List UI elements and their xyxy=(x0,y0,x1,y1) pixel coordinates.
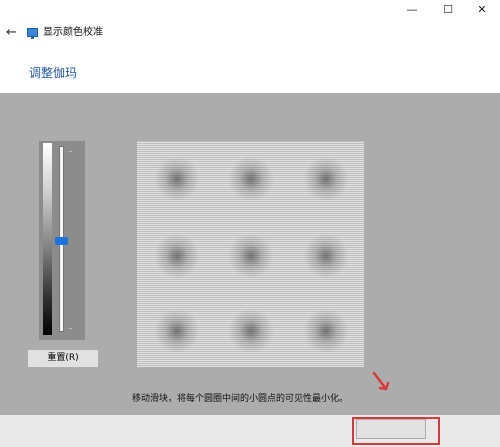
gamma-circle xyxy=(154,156,200,202)
gamma-circle xyxy=(228,308,274,354)
slider-tick-bottom xyxy=(69,328,72,329)
gamma-circle xyxy=(154,308,200,354)
minimize-button[interactable]: — xyxy=(394,0,430,20)
maximize-button[interactable]: ☐ xyxy=(430,0,466,20)
annotation-highlight-box xyxy=(352,417,440,445)
gamma-slider-thumb[interactable] xyxy=(55,236,68,245)
gamma-circle xyxy=(228,233,274,279)
gamma-circle xyxy=(303,233,349,279)
gamma-circle xyxy=(303,308,349,354)
back-button[interactable]: ← xyxy=(6,26,20,40)
window-title: 显示颜色校准 xyxy=(43,27,103,38)
reset-button[interactable]: 重置(R) xyxy=(27,349,99,368)
close-button[interactable]: ✕ xyxy=(464,0,500,20)
page-heading: 调整伽玛 xyxy=(29,66,78,80)
maximize-icon: ☐ xyxy=(443,3,453,16)
gamma-test-pattern xyxy=(137,141,364,367)
gamma-circle xyxy=(154,233,200,279)
gamma-circle xyxy=(303,156,349,202)
instruction-text: 移动滑块，将每个圆圈中间的小圆点的可见性最小化。 xyxy=(132,394,349,404)
gamma-circle xyxy=(228,156,274,202)
display-monitor-icon xyxy=(27,28,38,39)
minimize-icon: — xyxy=(406,3,418,16)
close-icon: ✕ xyxy=(477,3,487,16)
arrow-left-icon: ← xyxy=(6,25,17,40)
red-arrow-icon xyxy=(372,371,390,391)
gamma-gradient-bar xyxy=(43,143,52,335)
slider-tick-top xyxy=(69,151,72,152)
title-bar: ← 显示颜色校准 — ☐ ✕ xyxy=(0,0,500,64)
